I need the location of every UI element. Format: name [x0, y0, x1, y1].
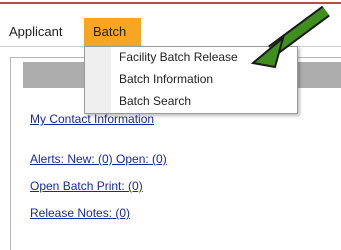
alerts-link[interactable]: Alerts: New: (0) Open: (0): [30, 152, 167, 166]
menu-bar: Applicant Batch: [0, 18, 341, 47]
top-border-line: [0, 2, 341, 4]
open-batch-print-link[interactable]: Open Batch Print: (0): [30, 179, 143, 193]
menu-applicant[interactable]: Applicant: [0, 18, 80, 46]
menu-item-batch-information[interactable]: Batch Information: [119, 69, 213, 89]
dropdown-icon-gutter: [85, 47, 111, 113]
top-border: [0, 0, 341, 10]
menu-batch[interactable]: Batch: [84, 18, 141, 46]
release-notes-link[interactable]: Release Notes: (0): [30, 206, 130, 220]
menu-item-batch-search[interactable]: Batch Search: [119, 91, 191, 111]
batch-dropdown-menu: Facility Batch Release Batch Information…: [84, 46, 298, 114]
my-contact-information-link[interactable]: My Contact Information: [30, 112, 154, 126]
menu-item-facility-batch-release[interactable]: Facility Batch Release: [119, 47, 238, 67]
